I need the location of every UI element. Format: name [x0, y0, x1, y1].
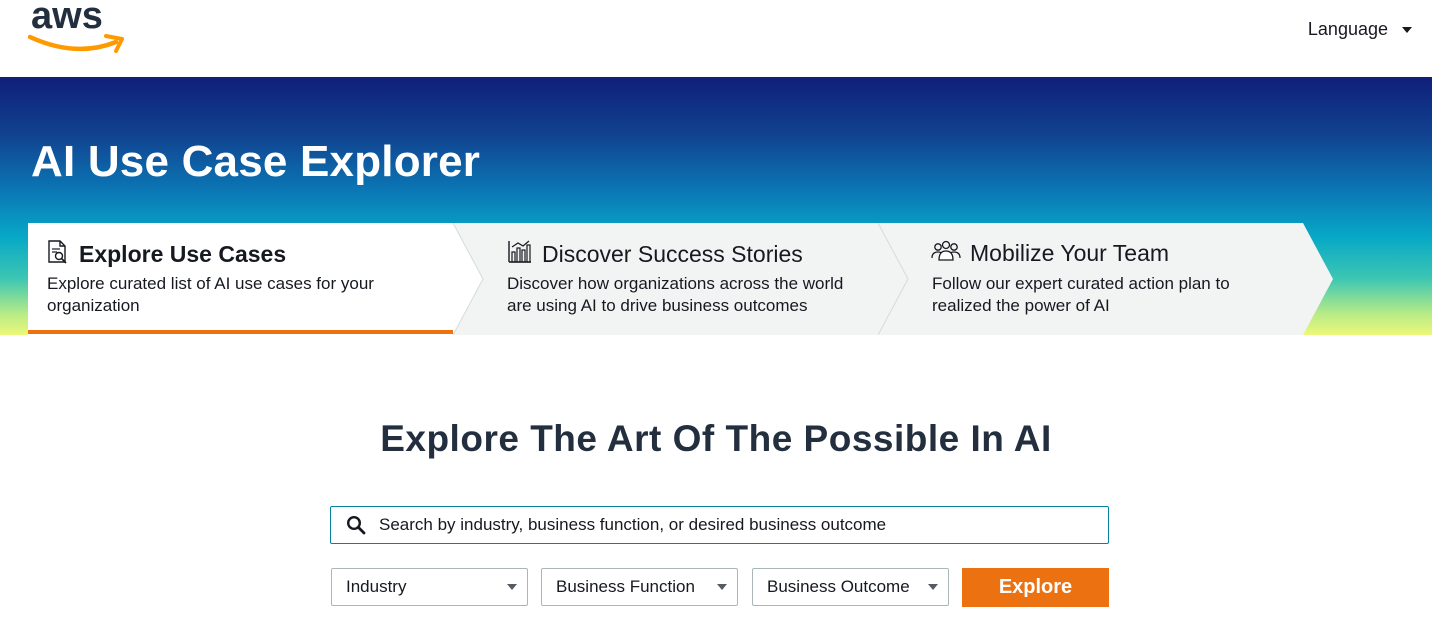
step-title: Discover Success Stories [542, 241, 803, 267]
step-description-line: realized the power of AI [932, 296, 1110, 315]
chevron-down-icon [928, 584, 938, 590]
step-title: Mobilize Your Team [970, 240, 1170, 266]
document-search-icon [46, 239, 70, 270]
page-title: AI Use Case Explorer [31, 137, 481, 186]
business-function-dropdown-label: Business Function [556, 577, 695, 596]
step-description-line: Follow our expert curated action plan to [932, 274, 1230, 293]
industry-dropdown-label: Industry [346, 577, 407, 596]
tab-explore-use-cases[interactable]: Explore Use Cases Explore curated list o… [28, 223, 488, 335]
step-description: Follow our expert curated action plan to… [932, 273, 1230, 317]
section-heading: Explore The Art Of The Possible In AI [380, 418, 1052, 459]
language-label: Language [1307, 19, 1388, 39]
step-tabs: Explore Use Cases Explore curated list o… [28, 223, 1338, 335]
smile-arrow-icon [28, 34, 124, 53]
chevron-down-icon [717, 584, 727, 590]
language-selector[interactable]: Language [1308, 19, 1412, 40]
explore-button[interactable]: Explore [962, 568, 1109, 607]
tab-discover-success-stories[interactable]: Discover Success Stories Discover how or… [453, 223, 913, 335]
step-description: Discover how organizations across the wo… [507, 273, 843, 317]
chevron-down-icon [507, 584, 517, 590]
industry-dropdown[interactable]: Industry [331, 568, 528, 606]
active-tab-indicator [28, 330, 453, 334]
top-navigation-bar: aws Language [0, 0, 1432, 77]
aws-logo[interactable]: aws [28, 0, 128, 60]
step-description: Explore curated list of AI use cases for… [47, 273, 374, 317]
step-description-line: organization [47, 296, 140, 315]
business-function-dropdown[interactable]: Business Function [541, 568, 738, 606]
search-icon [346, 515, 366, 535]
business-outcome-dropdown-label: Business Outcome [767, 577, 910, 596]
step-description-line: are using AI to drive business outcomes [507, 296, 808, 315]
step-description-line: Discover how organizations across the wo… [507, 274, 844, 293]
search-box[interactable] [330, 506, 1109, 544]
search-input[interactable] [379, 515, 1079, 535]
step-description-line: Explore curated list of AI use cases for… [47, 274, 374, 293]
team-icon [931, 239, 961, 268]
tab-mobilize-your-team[interactable]: Mobilize Your Team Follow our expert cur… [878, 223, 1338, 335]
chevron-down-icon [1402, 26, 1412, 33]
business-outcome-dropdown[interactable]: Business Outcome [752, 568, 949, 606]
bar-chart-icon [507, 239, 533, 270]
step-title: Explore Use Cases [79, 241, 287, 267]
